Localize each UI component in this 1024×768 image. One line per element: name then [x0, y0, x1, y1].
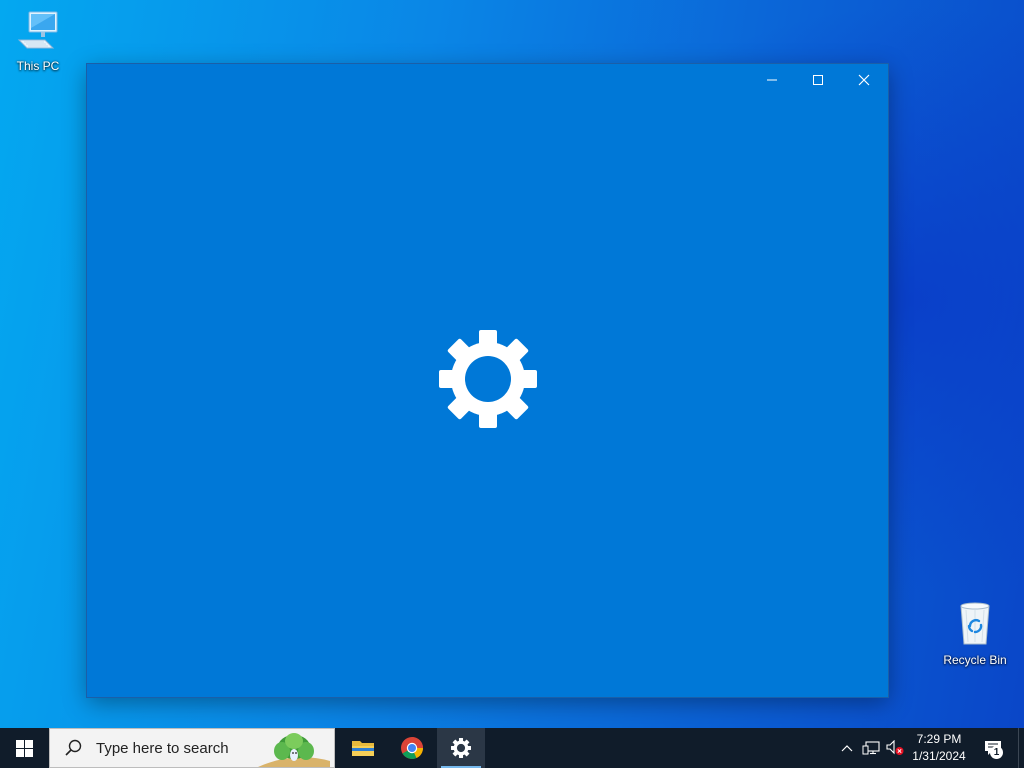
- action-center-button[interactable]: 1: [980, 728, 1006, 768]
- desktop-icon-recycle-bin[interactable]: Recycle Bin: [940, 600, 1010, 667]
- desktop-icon-label: Recycle Bin: [943, 653, 1007, 667]
- close-button[interactable]: [841, 64, 887, 96]
- clock-time: 7:29 PM: [916, 732, 962, 746]
- network-icon: [862, 741, 880, 755]
- volume-tray-button[interactable]: [883, 728, 907, 768]
- start-button[interactable]: [0, 728, 48, 768]
- gear-icon: [451, 738, 471, 758]
- gear-icon: [439, 330, 537, 428]
- computer-icon: [17, 11, 58, 49]
- volume-muted-icon: [886, 740, 904, 755]
- show-hidden-icons-button[interactable]: [835, 728, 859, 768]
- taskbar-chrome[interactable]: [388, 728, 436, 768]
- show-desktop-button[interactable]: [1019, 728, 1024, 768]
- chevron-up-icon: [841, 745, 853, 752]
- taskbar: Type here to search 7:29 PM 1/31/2024 1: [0, 728, 1024, 768]
- close-icon: [858, 74, 870, 86]
- taskbar-clock[interactable]: 7:29 PM 1/31/2024: [906, 728, 972, 768]
- folder-icon: [352, 741, 374, 756]
- notification-count-badge: 1: [990, 746, 1003, 759]
- maximize-button[interactable]: [795, 64, 841, 96]
- search-placeholder: Type here to search: [96, 739, 229, 757]
- maximize-icon: [813, 75, 823, 85]
- search-icon: [65, 739, 82, 756]
- minimize-icon: [767, 79, 777, 81]
- desktop: This PC Recycle Bin: [0, 0, 1024, 728]
- taskbar-settings[interactable]: [437, 728, 485, 768]
- windows-logo-icon: [15, 739, 33, 757]
- recycle-bin-icon: [960, 602, 990, 645]
- taskbar-file-explorer[interactable]: [339, 728, 387, 768]
- chrome-icon: [401, 737, 423, 759]
- desktop-icon-this-pc[interactable]: This PC: [3, 8, 73, 73]
- settings-window[interactable]: [87, 64, 888, 697]
- search-box[interactable]: Type here to search: [49, 728, 335, 768]
- search-highlight-icon: [258, 733, 330, 767]
- desktop-icon-label: This PC: [16, 59, 60, 73]
- network-tray-button[interactable]: [859, 728, 883, 768]
- minimize-button[interactable]: [749, 64, 795, 96]
- clock-date: 1/31/2024: [912, 749, 966, 763]
